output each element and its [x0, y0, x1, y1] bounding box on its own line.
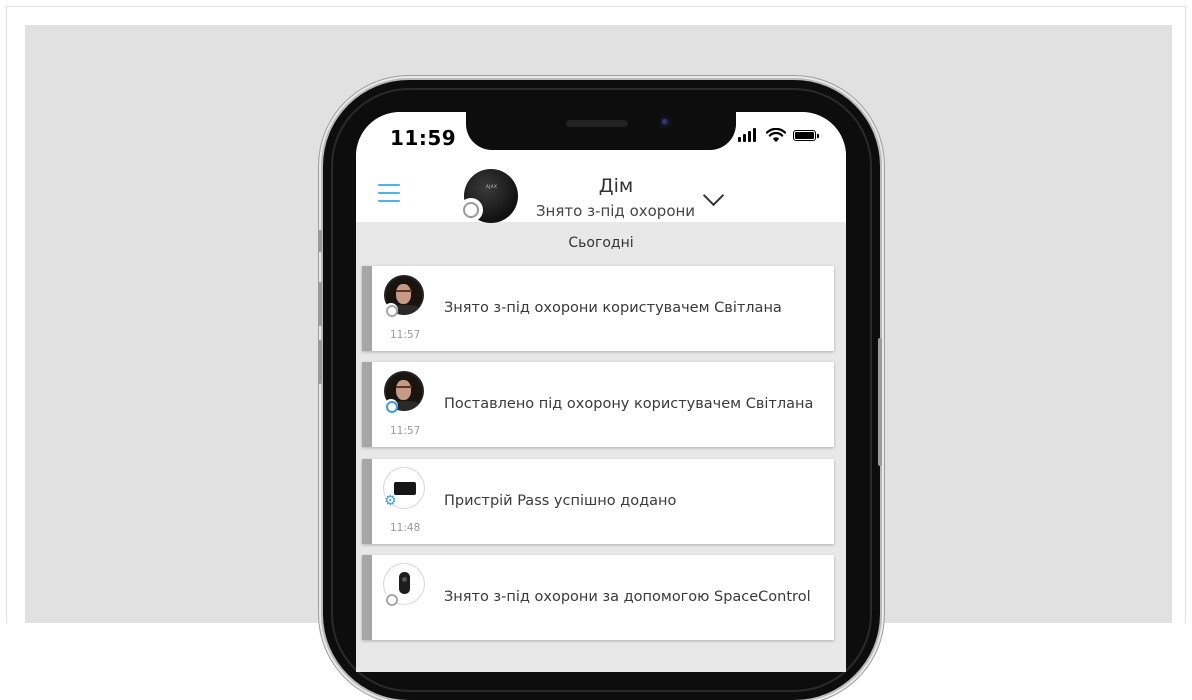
event-card[interactable]: Знято з-під охорони користувачем Світлан… [362, 266, 834, 351]
event-time: 11:57 [390, 425, 421, 437]
event-card[interactable]: ⚙ Пристрій Pass успішно додано 11:48 [362, 459, 834, 544]
phone-volume-down [318, 340, 322, 384]
earpiece-speaker [566, 120, 628, 127]
battery-icon [793, 130, 819, 141]
app-screen: 11:59 AJAX Дім Знято з-під охорони Сього… [356, 112, 846, 672]
armed-status-icon [384, 399, 398, 413]
chevron-down-icon[interactable] [702, 184, 725, 207]
hub-state: Знято з-під охорони [535, 202, 696, 220]
hub-status-icon [459, 198, 483, 222]
wifi-icon [766, 128, 786, 142]
status-time: 11:59 [390, 126, 457, 150]
phone-mute-switch [318, 230, 322, 252]
status-icons [738, 128, 828, 144]
event-card[interactable]: Поставлено під охорону користувачем Світ… [362, 362, 834, 447]
phone-volume-up [318, 282, 322, 326]
menu-icon[interactable] [378, 184, 400, 202]
event-time: 11:48 [390, 522, 421, 534]
phone-power-button [878, 338, 882, 466]
event-text: Поставлено під охорону користувачем Світ… [444, 396, 814, 412]
signal-icon [738, 128, 758, 142]
day-header: Сьогодні [568, 235, 634, 251]
hub-name[interactable]: Дім [556, 175, 676, 197]
event-time: 11:57 [390, 329, 421, 341]
event-card[interactable]: Знято з-під охорони за допомогою SpaceCo… [362, 555, 834, 640]
event-text: Знято з-під охорони користувачем Світлан… [444, 300, 782, 316]
event-text: Знято з-під охорони за допомогою SpaceCo… [444, 589, 811, 605]
hub-logo: AJAX [486, 184, 498, 189]
disarmed-status-icon [384, 303, 398, 317]
front-camera [658, 115, 672, 129]
gear-icon: ⚙ [384, 493, 397, 509]
phone-notch [466, 112, 736, 150]
event-text: Пристрій Pass успішно додано [444, 493, 677, 509]
disarmed-status-icon [384, 592, 398, 606]
